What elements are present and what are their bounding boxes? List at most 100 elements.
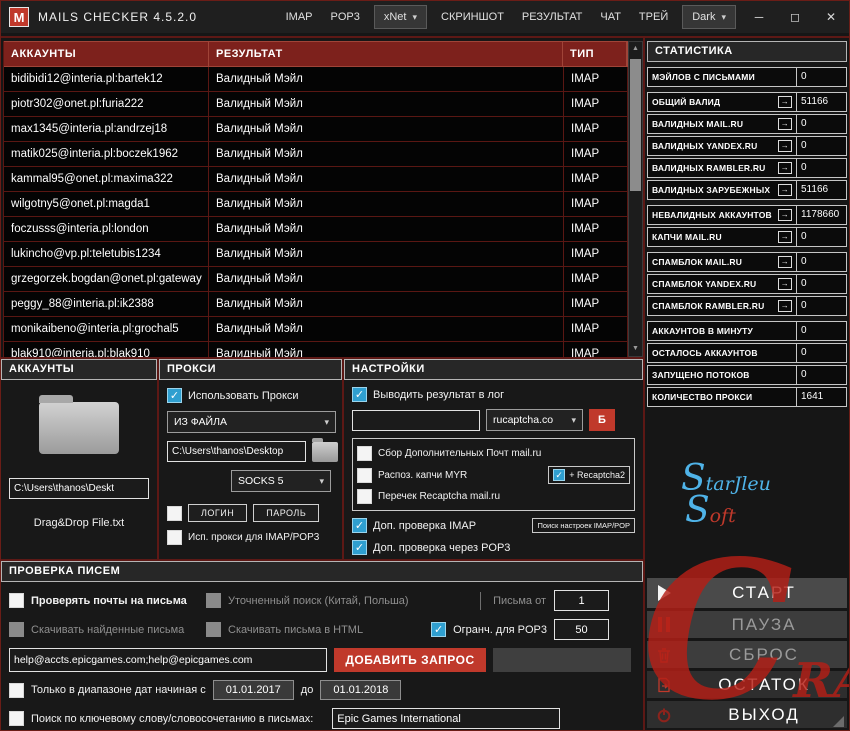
play-icon — [657, 585, 671, 601]
recheck-checkbox[interactable] — [357, 489, 372, 504]
date-from-button[interactable]: 01.01.2017 — [212, 680, 294, 700]
table-row[interactable]: piotr302@onet.pl:furia222 Валидный Мэйл IM… — [4, 92, 628, 117]
use-proxy-checkbox[interactable] — [167, 388, 182, 403]
export-arrow-icon[interactable]: → — [777, 96, 792, 108]
letters-from-input[interactable] — [554, 590, 609, 611]
table-row[interactable]: foczusss@interia.pl:london Валидный Мэйл I… — [4, 217, 628, 242]
captcha-key-input[interactable] — [352, 409, 480, 431]
search-settings-box[interactable]: Поиск настроек IMAP/POP — [532, 518, 635, 533]
stat-label: ВАЛИДНЫХ ЗАРУБЕЖНЫХ → — [648, 181, 796, 199]
proxy-type-select[interactable]: SOCKS 5 ▾ — [231, 470, 331, 492]
result-cell: Валидный Мэйл — [209, 292, 564, 316]
proxy-for-imap-checkbox[interactable] — [167, 530, 182, 545]
keyword-label: Поиск по ключевому слову/словосочетанию … — [31, 712, 314, 725]
export-arrow-icon[interactable]: → — [777, 162, 792, 174]
date-to-button[interactable]: 01.01.2018 — [320, 680, 402, 700]
table-row[interactable]: wilgotny5@onet.pl:magda1 Валидный Мэйл IMA… — [4, 192, 628, 217]
proxy-path-input[interactable] — [167, 441, 306, 462]
date-range-checkbox[interactable] — [9, 682, 24, 698]
extra-imap-checkbox[interactable] — [352, 518, 367, 533]
proxy-panel-title: ПРОКСИ — [159, 359, 342, 380]
rest-button[interactable]: ОСТАТОК — [647, 671, 847, 698]
mailcheck-panel-title: ПРОВЕРКА ПИСЕМ — [1, 561, 643, 582]
pop3-limit-input[interactable] — [554, 619, 609, 640]
menu-xnet-select[interactable]: xNet ▾ — [373, 5, 428, 29]
proxy-auth-checkbox[interactable] — [167, 505, 182, 521]
recaptcha2-checkbox[interactable] — [553, 469, 566, 481]
theme-select[interactable]: Dark ▾ — [682, 5, 736, 29]
header-type[interactable]: ТИП — [563, 42, 627, 66]
balance-button[interactable]: Б — [589, 409, 615, 431]
table-scrollbar[interactable]: ▲ ▼ — [628, 41, 643, 357]
extra-pop3-checkbox[interactable] — [352, 540, 367, 555]
table-row[interactable]: monikaibeno@interia.pl:grochal5 Валидный … — [4, 317, 628, 342]
exit-button[interactable]: ВЫХОД — [647, 701, 847, 728]
password-button[interactable]: ПАРОЛЬ — [253, 504, 320, 522]
export-arrow-icon[interactable]: → — [777, 209, 792, 221]
resize-grip[interactable] — [833, 716, 844, 727]
menu-tray[interactable]: ТРЕЙ — [630, 1, 677, 33]
folder-browse-icon[interactable] — [312, 437, 338, 462]
stat-group: АККАУНТОВ В МИНУТУ 0 ОСТАЛОСЬ АККАУНТОВ 0 ЗА… — [647, 321, 847, 407]
scroll-up-icon[interactable]: ▲ — [629, 42, 642, 56]
scrollbar-track[interactable] — [629, 56, 642, 342]
query-input[interactable] — [9, 648, 327, 672]
result-cell: Валидный Мэйл — [209, 92, 564, 116]
table-row[interactable]: bidibidi12@interia.pl:bartek12 Валидный М… — [4, 67, 628, 92]
menu-chat[interactable]: ЧАТ — [591, 1, 630, 33]
table-row[interactable]: max1345@interia.pl:andrzej18 Валидный Мэй… — [4, 117, 628, 142]
app-window: M MAILS CHECKER 4.5.2.0 IMAP POP3 xNet ▾… — [0, 0, 850, 731]
table-row[interactable]: lukincho@vp.pl:teletubis1234 Валидный Мэй… — [4, 242, 628, 267]
header-accounts[interactable]: АККАУНТЫ — [4, 42, 209, 66]
rest-file-icon — [658, 677, 670, 692]
menu-imap[interactable]: IMAP — [277, 1, 322, 33]
stat-value: 0 — [796, 68, 846, 86]
close-button[interactable]: ✕ — [813, 1, 849, 33]
proxy-source-select[interactable]: ИЗ ФАЙЛА ▾ — [167, 411, 336, 433]
collect-mail-checkbox[interactable] — [357, 446, 372, 461]
menu-pop3[interactable]: POP3 — [322, 1, 369, 33]
export-arrow-icon[interactable]: → — [777, 278, 792, 290]
scrollbar-thumb[interactable] — [630, 59, 641, 191]
reset-button[interactable]: СБРОС — [647, 641, 847, 668]
header-result[interactable]: РЕЗУЛЬТАТ — [209, 42, 563, 66]
folder-icon[interactable] — [39, 395, 119, 454]
table-row[interactable]: grzegorzek.bogdan@onet.pl:gateway Валидны… — [4, 267, 628, 292]
pop3-limit-checkbox[interactable] — [431, 622, 447, 637]
start-button[interactable]: СТАРТ — [647, 578, 847, 608]
accounts-path-input[interactable] — [9, 478, 149, 499]
captcha-service-select[interactable]: rucaptcha.co ▾ — [486, 409, 583, 431]
table-row[interactable]: blak910@interia.pl:blak910 Валидный Мэйл I… — [4, 342, 628, 357]
download-found-checkbox[interactable] — [9, 622, 24, 637]
table-row[interactable]: peggy_88@interia.pl:ik2388 Валидный Мэйл I… — [4, 292, 628, 317]
menu-result[interactable]: РЕЗУЛЬТАТ — [513, 1, 591, 33]
keyword-input[interactable] — [332, 708, 561, 729]
export-arrow-icon[interactable]: → — [777, 140, 792, 152]
minimize-button[interactable]: ─ — [741, 1, 777, 33]
result-cell: Валидный Мэйл — [209, 217, 564, 241]
refined-search-checkbox[interactable] — [206, 593, 221, 608]
scroll-down-icon[interactable]: ▼ — [629, 342, 642, 356]
menu-screenshot[interactable]: СКРИНШОТ — [432, 1, 513, 33]
export-arrow-icon[interactable]: → — [777, 256, 792, 268]
recognize-captcha-checkbox[interactable] — [357, 467, 372, 483]
export-arrow-icon[interactable]: → — [777, 184, 792, 196]
check-mail-checkbox[interactable] — [9, 593, 24, 608]
log-label: Выводить результат в лог — [373, 388, 505, 401]
log-checkbox[interactable] — [352, 387, 367, 402]
stat-label: СПАМБЛОК RAMBLER.RU → — [648, 297, 796, 315]
table-row[interactable]: kammal95@onet.pl:maxima322 Валидный Мэйл I… — [4, 167, 628, 192]
maximize-button[interactable]: ◻ — [777, 1, 813, 33]
download-html-checkbox[interactable] — [206, 622, 221, 637]
keyword-checkbox[interactable] — [9, 711, 24, 726]
result-cell: Валидный Мэйл — [209, 192, 564, 216]
export-arrow-icon[interactable]: → — [777, 231, 792, 243]
add-query-button[interactable]: ДОБАВИТЬ ЗАПРОС — [334, 648, 486, 672]
login-button[interactable]: ЛОГИН — [188, 504, 248, 522]
table-row[interactable]: matik025@interia.pl:boczek1962 Валидный М… — [4, 142, 628, 167]
type-cell: IMAP — [564, 342, 628, 357]
export-arrow-icon[interactable]: → — [777, 300, 792, 312]
pause-button[interactable]: ПАУЗА — [647, 611, 847, 638]
mid-panels: АККАУНТЫ Drag&Drop File.txt ПРОКСИ Испол… — [1, 359, 643, 586]
export-arrow-icon[interactable]: → — [777, 118, 792, 130]
